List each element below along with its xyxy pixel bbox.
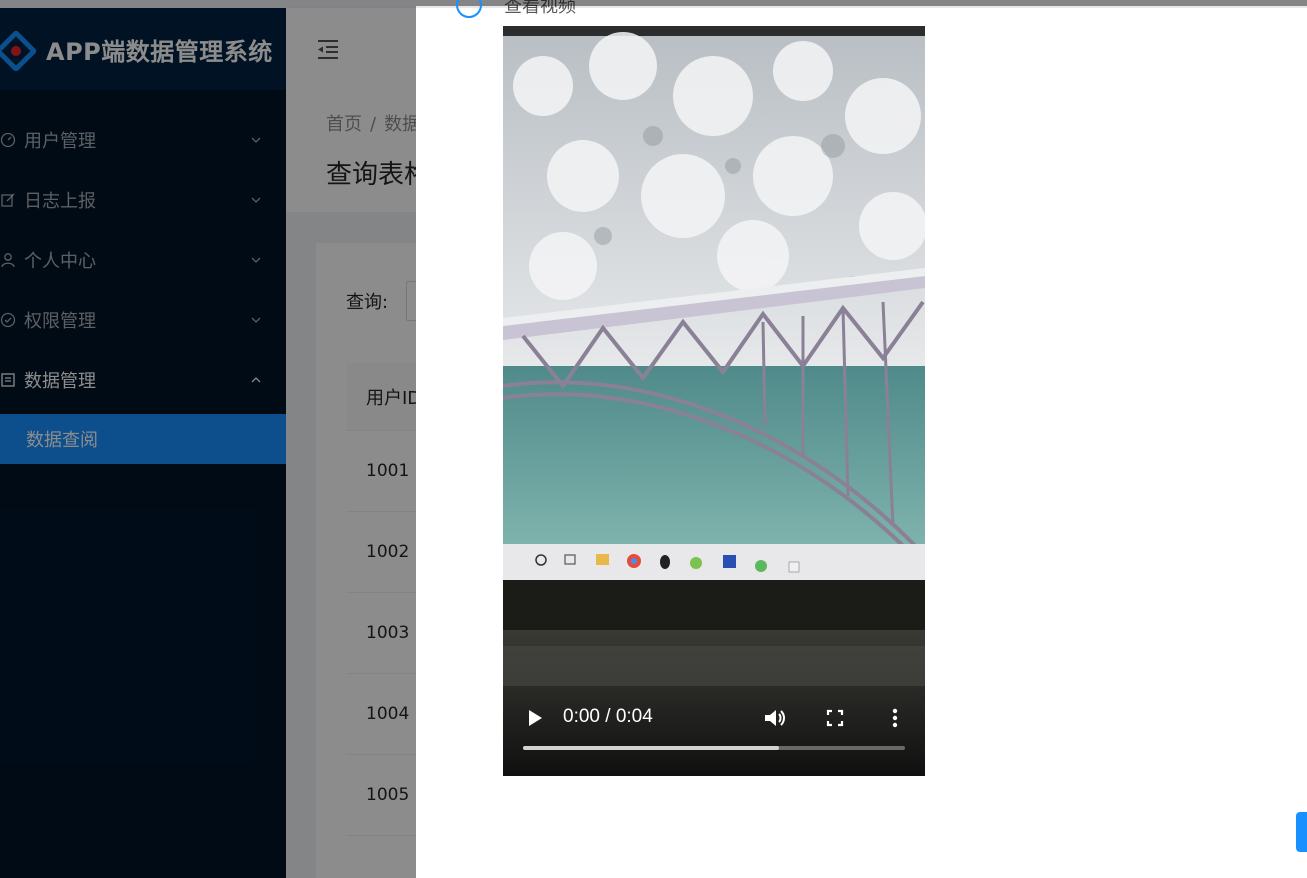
progress-buffered <box>523 746 779 750</box>
volume-icon <box>765 710 785 726</box>
video-frame <box>503 26 925 776</box>
more-options-button[interactable] <box>881 704 909 732</box>
fullscreen-icon <box>826 709 844 727</box>
video-player[interactable]: 0:00 / 0:04 <box>503 26 925 776</box>
radio-icon[interactable] <box>456 0 482 18</box>
play-button[interactable] <box>521 704 549 732</box>
volume-button[interactable] <box>761 704 789 732</box>
video-time: 0:00 / 0:04 <box>563 706 653 727</box>
video-progress-bar[interactable] <box>523 746 905 750</box>
drawer-title: 查看视频 <box>504 0 576 17</box>
drawer-header: 查看视频 <box>456 0 576 18</box>
fullscreen-button[interactable] <box>821 704 849 732</box>
floating-edge-button[interactable] <box>1296 812 1307 852</box>
more-vertical-icon <box>892 708 898 728</box>
play-icon <box>529 710 542 726</box>
